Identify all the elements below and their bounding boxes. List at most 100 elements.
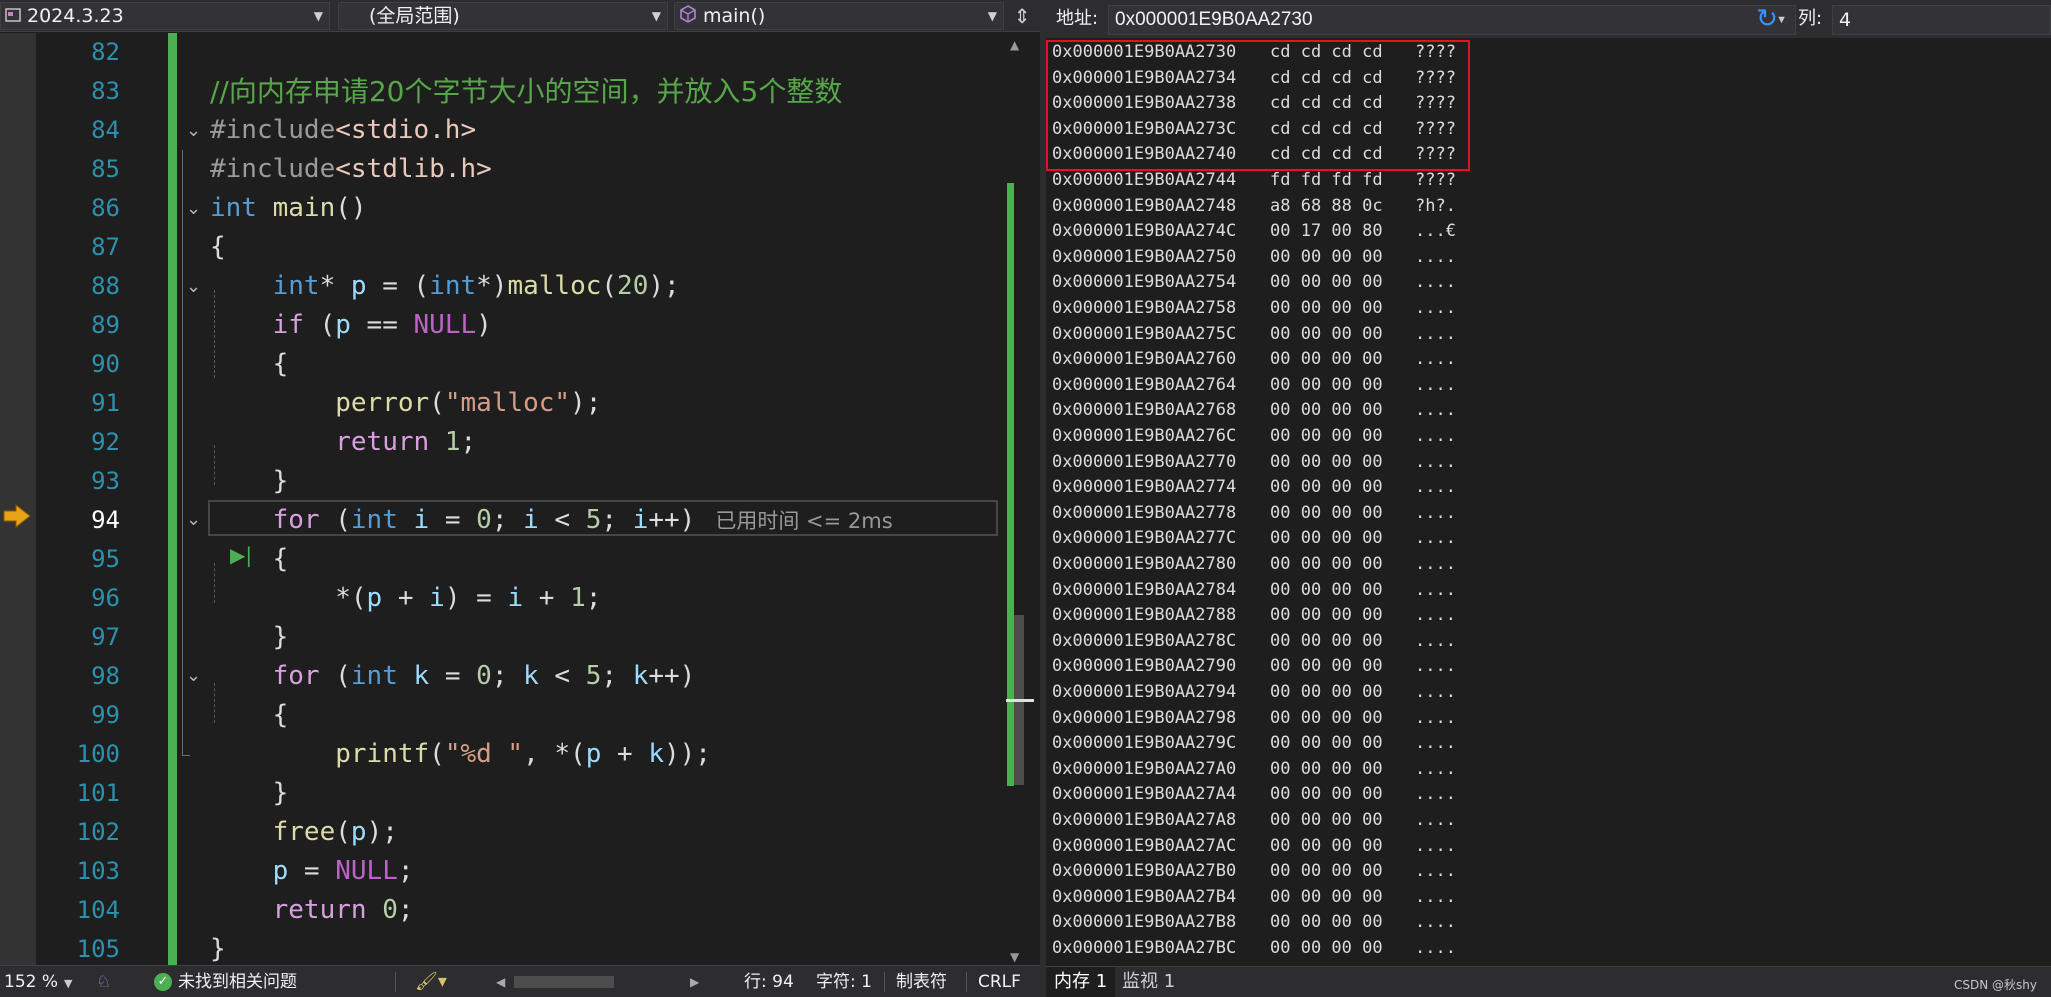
memory-row[interactable]: 0x000001E9B0AA278C 00 00 00 00.... [1052,629,1456,655]
memory-bytes[interactable]: a8 68 88 0c [1270,194,1415,220]
memory-bytes[interactable]: fd fd fd fd [1270,168,1415,194]
fold-toggle-icon[interactable]: ⌄ [186,189,206,228]
memory-row[interactable]: 0x000001E9B0AA27A8 00 00 00 00.... [1052,808,1456,834]
memory-bytes[interactable]: 00 00 00 00 [1270,245,1415,271]
memory-bytes[interactable]: cd cd cd cd [1270,117,1415,143]
memory-row[interactable]: 0x000001E9B0AA2738 cd cd cd cd???? [1052,91,1456,117]
indent-mode-indicator[interactable]: 制表符 [896,966,947,997]
memory-row[interactable]: 0x000001E9B0AA2748 a8 68 88 0c ?h?. [1052,194,1456,220]
memory-bytes[interactable]: cd cd cd cd [1270,91,1415,117]
memory-row[interactable]: 0x000001E9B0AA2750 00 00 00 00.... [1052,245,1456,271]
memory-bytes[interactable]: 00 00 00 00 [1270,936,1415,962]
memory-row[interactable]: 0x000001E9B0AA27B4 00 00 00 00.... [1052,885,1456,911]
memory-row[interactable]: 0x000001E9B0AA2730 cd cd cd cd???? [1052,40,1456,66]
line-ending-indicator[interactable]: CRLF [978,966,1021,997]
memory-bytes[interactable]: cd cd cd cd [1270,40,1415,66]
memory-row[interactable]: 0x000001E9B0AA2778 00 00 00 00.... [1052,501,1456,527]
memory-bytes[interactable]: 00 00 00 00 [1270,706,1415,732]
fold-toggle-icon[interactable]: ⌄ [186,111,206,150]
memory-bytes[interactable]: 00 00 00 00 [1270,782,1415,808]
memory-bytes[interactable]: 00 00 00 00 [1270,731,1415,757]
memory-bytes[interactable]: 00 00 00 00 [1270,501,1415,527]
memory-bytes[interactable]: 00 00 00 00 [1270,526,1415,552]
memory-bytes[interactable]: 00 00 00 00 [1270,270,1415,296]
memory-bytes[interactable]: 00 00 00 00 [1270,808,1415,834]
memory-row[interactable]: 0x000001E9B0AA2764 00 00 00 00.... [1052,373,1456,399]
memory-bytes[interactable]: 00 00 00 00 [1270,398,1415,424]
memory-row[interactable]: 0x000001E9B0AA2768 00 00 00 00.... [1052,398,1456,424]
function-dropdown[interactable]: main() ▼ [674,2,1004,30]
refresh-icon[interactable]: ↻ [1752,4,1782,34]
memory-bytes[interactable]: 00 00 00 00 [1270,680,1415,706]
memory-row[interactable]: 0x000001E9B0AA2754 00 00 00 00.... [1052,270,1456,296]
memory-bytes[interactable]: 00 00 00 00 [1270,885,1415,911]
memory-bytes[interactable]: 00 00 00 00 [1270,578,1415,604]
memory-row[interactable]: 0x000001E9B0AA273C cd cd cd cd???? [1052,117,1456,143]
memory-bytes[interactable]: 00 00 00 00 [1270,424,1415,450]
memory-bytes[interactable]: 00 00 00 00 [1270,450,1415,476]
memory-row[interactable]: 0x000001E9B0AA2734 cd cd cd cd???? [1052,66,1456,92]
memory-row[interactable]: 0x000001E9B0AA2790 00 00 00 00.... [1052,654,1456,680]
line-indicator[interactable]: 行: 94 [744,966,794,997]
fold-toggle-icon[interactable]: ⌄ [186,656,206,695]
memory-row[interactable]: 0x000001E9B0AA27B0 00 00 00 00.... [1052,859,1456,885]
code-text-area[interactable]: ⌄ ⌄ ⌄ ⌄ ⌄ ▶| //向内存申请20个字节大小的空间，并放入5个整数 #… [178,33,1004,965]
memory-bytes[interactable]: 00 00 00 00 [1270,757,1415,783]
memory-row[interactable]: 0x000001E9B0AA2794 00 00 00 00.... [1052,680,1456,706]
fold-toggle-icon[interactable]: ⌄ [186,500,206,539]
memory-bytes[interactable]: cd cd cd cd [1270,66,1415,92]
tab-memory-1[interactable]: 内存 1 [1046,967,1116,997]
memory-bytes[interactable]: 00 00 00 00 [1270,322,1415,348]
memory-row[interactable]: 0x000001E9B0AA275C 00 00 00 00.... [1052,322,1456,348]
split-window-icon[interactable]: ⇕ [1008,2,1036,30]
tab-watch-1[interactable]: 监视 1 [1114,967,1183,997]
memory-row[interactable]: 0x000001E9B0AA2798 00 00 00 00.... [1052,706,1456,732]
zoom-dropdown[interactable]: 152 % ▼ [4,966,84,997]
memory-bytes[interactable]: 00 00 00 00 [1270,834,1415,860]
memory-row[interactable]: 0x000001E9B0AA27A4 00 00 00 00.... [1052,782,1456,808]
columns-input[interactable]: 4 [1832,5,2051,35]
memory-bytes[interactable]: 00 00 00 00 [1270,373,1415,399]
fold-toggle-icon[interactable]: ⌄ [186,267,206,306]
memory-row[interactable]: 0x000001E9B0AA2780 00 00 00 00.... [1052,552,1456,578]
scroll-right-icon[interactable]: ▶ [690,966,699,997]
memory-row[interactable]: 0x000001E9B0AA277C 00 00 00 00.... [1052,526,1456,552]
memory-bytes[interactable]: 00 00 00 00 [1270,910,1415,936]
scroll-up-icon[interactable]: ▲ [1010,38,1019,52]
memory-bytes[interactable]: 00 00 00 00 [1270,347,1415,373]
scroll-down-icon[interactable]: ▼ [1010,950,1019,964]
memory-row[interactable]: 0x000001E9B0AA2784 00 00 00 00.... [1052,578,1456,604]
scope-dropdown[interactable]: (全局范围) ▼ [338,2,668,30]
horizontal-scrollbar-thumb[interactable] [514,976,614,988]
address-input[interactable]: 0x000001E9B0AA2730 ▼ [1108,5,1796,35]
memory-row[interactable]: 0x000001E9B0AA2760 00 00 00 00.... [1052,347,1456,373]
memory-bytes[interactable]: 00 00 00 00 [1270,629,1415,655]
memory-row[interactable]: 0x000001E9B0AA27B8 00 00 00 00.... [1052,910,1456,936]
memory-row[interactable]: 0x000001E9B0AA27A0 00 00 00 00.... [1052,757,1456,783]
memory-row[interactable]: 0x000001E9B0AA2740 cd cd cd cd???? [1052,142,1456,168]
memory-bytes[interactable]: 00 17 00 80 [1270,219,1415,245]
memory-row[interactable]: 0x000001E9B0AA276C 00 00 00 00.... [1052,424,1456,450]
memory-bytes[interactable]: 00 00 00 00 [1270,296,1415,322]
char-indicator[interactable]: 字符: 1 [816,966,872,997]
project-dropdown[interactable]: 2024.3.23 ▼ [0,2,330,30]
memory-row[interactable]: 0x000001E9B0AA2770 00 00 00 00.... [1052,450,1456,476]
memory-row[interactable]: 0x000001E9B0AA279C 00 00 00 00.... [1052,731,1456,757]
memory-row[interactable]: 0x000001E9B0AA274C 00 17 00 80 ...€ [1052,219,1456,245]
memory-row[interactable]: 0x000001E9B0AA2788 00 00 00 00.... [1052,603,1456,629]
memory-bytes[interactable]: 00 00 00 00 [1270,475,1415,501]
memory-bytes[interactable]: 00 00 00 00 [1270,654,1415,680]
memory-bytes[interactable]: 00 00 00 00 [1270,603,1415,629]
memory-grid[interactable]: 0x000001E9B0AA2730 cd cd cd cd???? 0x00000… [1046,38,2051,966]
memory-bytes[interactable]: 00 00 00 00 [1270,859,1415,885]
memory-row[interactable]: 0x000001E9B0AA27BC 00 00 00 00.... [1052,936,1456,962]
memory-bytes[interactable]: 00 00 00 00 [1270,552,1415,578]
issues-status[interactable]: 未找到相关问题 [178,966,297,997]
scroll-left-icon[interactable]: ◀ [496,966,505,997]
code-cleanup-icon[interactable]: 🖌▾ [415,966,447,997]
memory-bytes[interactable]: cd cd cd cd [1270,142,1415,168]
memory-row[interactable]: 0x000001E9B0AA2774 00 00 00 00.... [1052,475,1456,501]
memory-row[interactable]: 0x000001E9B0AA27AC 00 00 00 00.... [1052,834,1456,860]
copilot-icon[interactable]: ♘ [96,966,111,997]
glyph-margin[interactable] [0,33,36,965]
